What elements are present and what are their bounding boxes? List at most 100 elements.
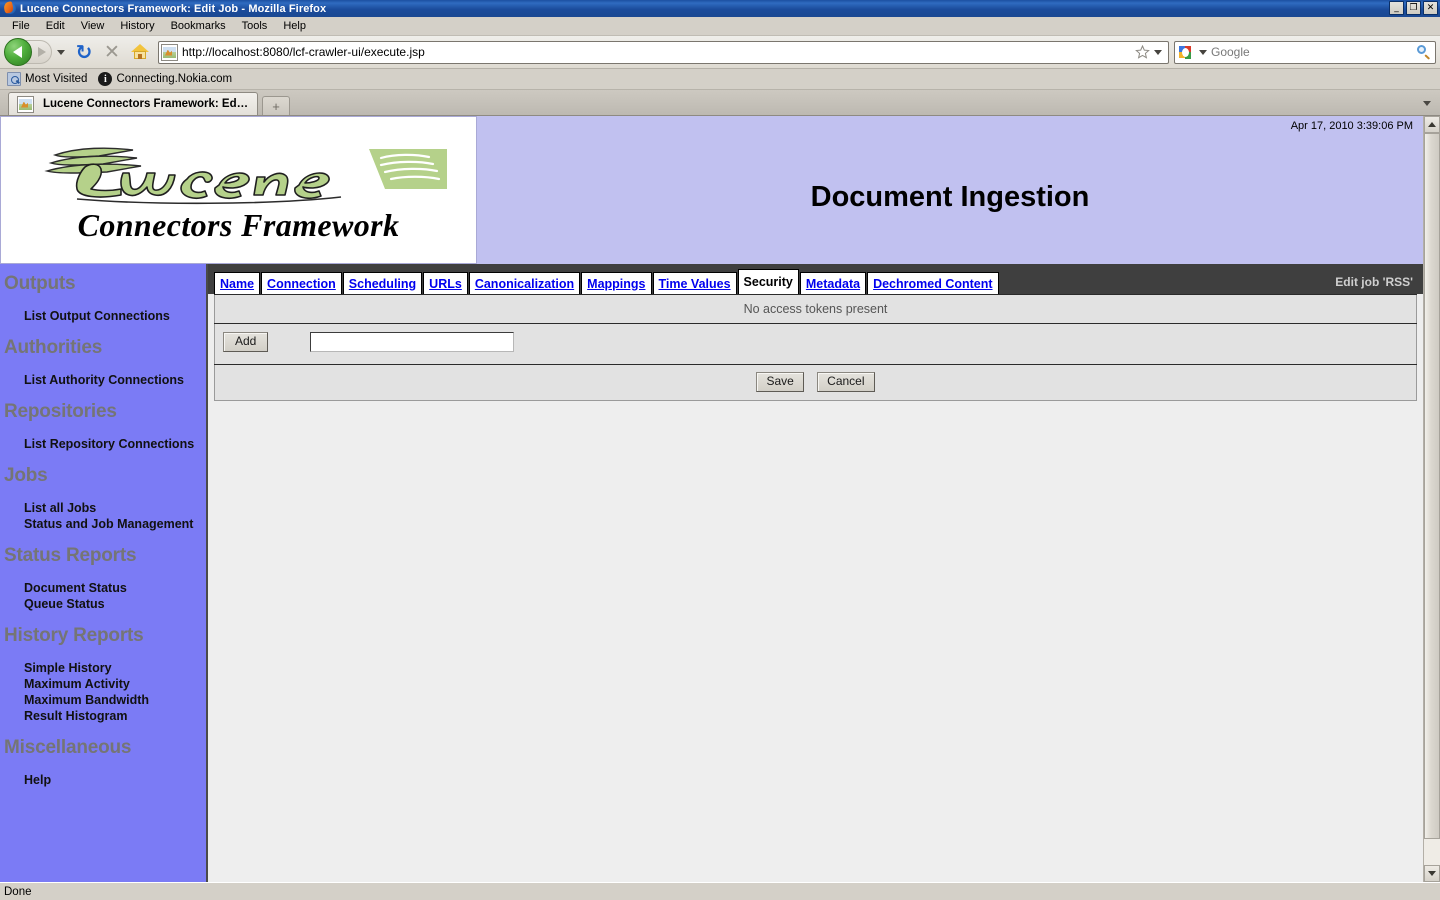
tab-name[interactable]: Name <box>214 272 260 294</box>
reload-icon[interactable]: ↻ <box>71 39 97 65</box>
menu-item-view[interactable]: View <box>73 18 113 34</box>
sidebar-item-simple-history[interactable]: Simple History <box>0 660 206 676</box>
stop-icon: ✕ <box>99 39 125 65</box>
security-panel: No access tokens present Add <box>208 294 1423 882</box>
body-split: Outputs List Output Connections Authorit… <box>0 264 1423 882</box>
bookmark-label: Connecting.Nokia.com <box>116 73 232 85</box>
home-icon[interactable] <box>127 39 153 65</box>
menu-item-file[interactable]: File <box>4 18 38 34</box>
sidebar-heading-jobs: Jobs <box>0 462 206 490</box>
tab-list-dropdown-icon[interactable] <box>1418 94 1436 112</box>
add-button[interactable]: Add <box>223 332 268 352</box>
window-titlebar: Lucene Connectors Framework: Edit Job - … <box>0 0 1440 17</box>
table-row-empty-message: No access tokens present <box>215 295 1417 324</box>
status-text: Done <box>4 886 32 898</box>
search-icon[interactable] <box>1415 44 1433 60</box>
bookmarks-toolbar: Most Visited i Connecting.Nokia.com <box>0 69 1440 90</box>
tab-mappings[interactable]: Mappings <box>581 272 651 294</box>
urlbar-dropdown-icon[interactable] <box>1154 50 1162 55</box>
most-visited-icon <box>7 72 21 86</box>
bookmark-star-icon[interactable] <box>1135 45 1150 59</box>
search-input[interactable]: Google <box>1211 45 1415 59</box>
sidebar-heading-miscellaneous: Miscellaneous <box>0 734 206 762</box>
security-form-table: No access tokens present Add <box>214 294 1417 401</box>
sidebar-item-help[interactable]: Help <box>0 772 206 788</box>
bookmark-connecting-nokia[interactable]: i Connecting.Nokia.com <box>96 71 237 87</box>
tab-strip: Lucene Connectors Framework: Edit ... + <box>0 90 1440 116</box>
menu-item-help[interactable]: Help <box>275 18 314 34</box>
sidebar-item-status-and-job-management[interactable]: Status and Job Management <box>0 516 206 532</box>
table-row-actions: Save Cancel <box>215 365 1417 401</box>
scroll-down-icon[interactable] <box>1424 865 1440 882</box>
menu-bar: File Edit View History Bookmarks Tools H… <box>0 17 1440 36</box>
bookmark-label: Most Visited <box>25 73 87 85</box>
no-access-tokens-message: No access tokens present <box>215 295 1417 324</box>
browser-window: Lucene Connectors Framework: Edit Job - … <box>0 0 1440 900</box>
minimize-button[interactable]: _ <box>1389 1 1404 15</box>
menu-item-edit[interactable]: Edit <box>38 18 73 34</box>
cancel-button[interactable]: Cancel <box>817 372 874 392</box>
table-row-add-token: Add <box>215 324 1417 365</box>
tab-time-values-label[interactable]: Time Values <box>659 277 731 291</box>
tab-canonicalization[interactable]: Canonicalization <box>469 272 580 294</box>
tab-connection[interactable]: Connection <box>261 272 342 294</box>
tab-connection-label[interactable]: Connection <box>267 277 336 291</box>
status-bar: Done <box>0 882 1440 900</box>
sidebar-item-list-authority-connections[interactable]: List Authority Connections <box>0 372 206 388</box>
tab-dechromed-content[interactable]: Dechromed Content <box>867 272 998 294</box>
back-forward-group <box>4 38 52 66</box>
close-button[interactable]: ✕ <box>1423 1 1438 15</box>
sidebar-item-maximum-activity[interactable]: Maximum Activity <box>0 676 206 692</box>
page-content: Connectors Framework Apr 17, 2010 3:39:0… <box>0 116 1423 882</box>
tab-scheduling-label[interactable]: Scheduling <box>349 277 416 291</box>
tab-mappings-label[interactable]: Mappings <box>587 277 645 291</box>
save-button[interactable]: Save <box>756 372 803 392</box>
scroll-up-icon[interactable] <box>1424 116 1440 133</box>
tab-urls-label[interactable]: URLs <box>429 277 462 291</box>
tab-label: Lucene Connectors Framework: Edit ... <box>43 98 249 110</box>
sidebar-item-list-all-jobs[interactable]: List all Jobs <box>0 500 206 516</box>
page-scrollbar[interactable] <box>1423 116 1440 882</box>
timestamp: Apr 17, 2010 3:39:06 PM <box>1291 120 1413 132</box>
url-bar[interactable]: http://localhost:8080/lcf-crawler-ui/exe… <box>158 41 1169 64</box>
sidebar-item-list-output-connections[interactable]: List Output Connections <box>0 308 206 324</box>
sidebar-item-maximum-bandwidth[interactable]: Maximum Bandwidth <box>0 692 206 708</box>
app-header: Connectors Framework Apr 17, 2010 3:39:0… <box>0 116 1423 264</box>
tab-scheduling[interactable]: Scheduling <box>343 272 422 294</box>
menu-item-history[interactable]: History <box>112 18 162 34</box>
new-tab-button[interactable]: + <box>262 96 290 115</box>
bookmark-most-visited[interactable]: Most Visited <box>5 71 92 87</box>
access-token-input[interactable] <box>310 332 514 352</box>
tab-metadata[interactable]: Metadata <box>800 272 866 294</box>
window-controls: _ ❐ ✕ <box>1389 1 1438 15</box>
app-logo: Connectors Framework <box>0 116 477 264</box>
sidebar-item-document-status[interactable]: Document Status <box>0 580 206 596</box>
search-bar[interactable]: Google <box>1174 41 1436 64</box>
scrollbar-thumb[interactable] <box>1424 133 1440 839</box>
tab-security[interactable]: Security <box>738 269 799 294</box>
history-dropdown-icon[interactable] <box>57 50 65 55</box>
sidebar-item-result-histogram[interactable]: Result Histogram <box>0 708 206 724</box>
scrollbar-track[interactable] <box>1424 133 1440 865</box>
menu-item-tools[interactable]: Tools <box>234 18 276 34</box>
restore-button[interactable]: ❐ <box>1406 1 1421 15</box>
search-engine-dropdown-icon[interactable] <box>1199 50 1207 55</box>
tab-name-label[interactable]: Name <box>220 277 254 291</box>
tab-urls[interactable]: URLs <box>423 272 468 294</box>
tab-canonicalization-label[interactable]: Canonicalization <box>475 277 574 291</box>
sidebar-item-list-repository-connections[interactable]: List Repository Connections <box>0 436 206 452</box>
add-token-controls: Add <box>223 332 1408 352</box>
browser-tab-active[interactable]: Lucene Connectors Framework: Edit ... <box>8 92 258 115</box>
tab-dechromed-content-label[interactable]: Dechromed Content <box>873 277 992 291</box>
sidebar-heading-repositories: Repositories <box>0 398 206 426</box>
page-title: Document Ingestion <box>811 181 1090 214</box>
sidebar-navigation: Outputs List Output Connections Authorit… <box>0 264 208 882</box>
sidebar-heading-outputs: Outputs <box>0 270 206 298</box>
google-icon[interactable] <box>1177 44 1194 61</box>
sidebar-item-queue-status[interactable]: Queue Status <box>0 596 206 612</box>
back-icon[interactable] <box>4 38 32 66</box>
tab-time-values[interactable]: Time Values <box>653 272 737 294</box>
url-text[interactable]: http://localhost:8080/lcf-crawler-ui/exe… <box>182 45 1135 59</box>
menu-item-bookmarks[interactable]: Bookmarks <box>163 18 234 34</box>
tab-metadata-label[interactable]: Metadata <box>806 277 860 291</box>
